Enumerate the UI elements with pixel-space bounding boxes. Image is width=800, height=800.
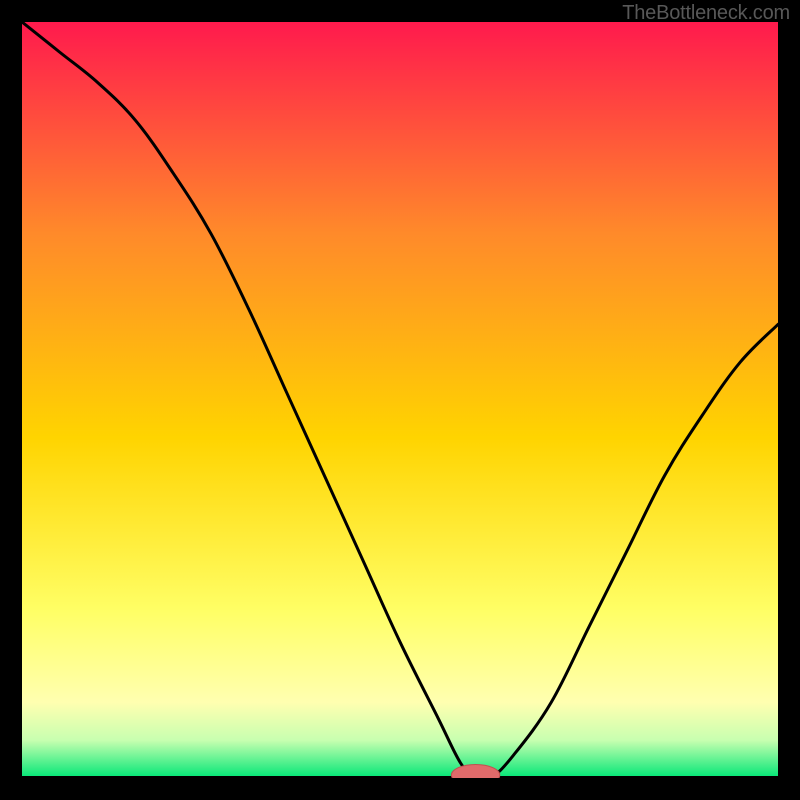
gradient-background <box>22 22 778 778</box>
plot-area <box>22 22 778 778</box>
chart-root: TheBottleneck.com <box>0 0 800 800</box>
chart-svg <box>22 22 778 778</box>
watermark-text: TheBottleneck.com <box>622 2 790 25</box>
